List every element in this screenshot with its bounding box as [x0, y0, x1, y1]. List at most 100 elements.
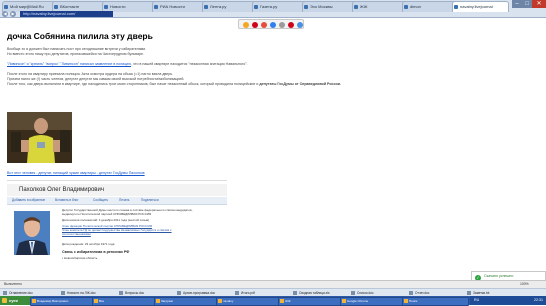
tab-label: Эхо Москвы	[310, 4, 333, 9]
section-title: Связь с избирателями в регионах РФ	[62, 250, 130, 254]
taskbar-item-label: ЖЖ	[285, 299, 291, 303]
taskbar-item-label: navalny	[223, 299, 234, 303]
link-paragraph-tail: , что в нашей квартире находится "незако…	[130, 62, 248, 66]
avatar	[14, 211, 50, 255]
embed-blog-button[interactable]: Вставить в блог	[55, 198, 79, 202]
file-icon	[119, 291, 123, 295]
windows-logo-icon	[2, 298, 7, 303]
file-icon	[409, 291, 413, 295]
share-button[interactable]: Поделиться	[141, 198, 159, 202]
profile-toolbar: Добавить в избранное Вставить в блог Соо…	[7, 197, 227, 205]
intro-line-1: Вообще-то я должен был написать пост про…	[7, 47, 147, 51]
tab-label: РИА Новости	[160, 4, 185, 9]
maximize-button[interactable]: □	[522, 0, 532, 8]
zoom-level[interactable]: 100%	[520, 282, 529, 286]
clock: 22:31	[534, 298, 543, 302]
download-label: Список.doc	[357, 291, 374, 295]
download-label: Новости на ЛЖ.doc	[67, 291, 96, 295]
favicon-icon	[54, 5, 58, 9]
tab-label: Новости	[110, 4, 126, 9]
intro-line-2: Но вместо этого пишу про депутатов, проп…	[7, 52, 145, 56]
app-icon	[156, 299, 160, 303]
browser-chrome: Мой мир@Mail.Ru ВКонтакте Новости РИА Новос…	[0, 0, 546, 18]
download-label: Заметки.txt	[473, 291, 490, 295]
profile-info-2: выдвинутого Политической партией СПРАВЕД…	[62, 212, 152, 216]
tab-label: Лента.ру	[210, 4, 227, 9]
tab-label: ЖЖ	[360, 4, 368, 9]
favicon-icon	[4, 5, 8, 9]
article-photo	[7, 112, 72, 163]
body-line-3-text: После того, как дверь выпилили в квартир…	[7, 82, 259, 86]
committee-link-cont[interactable]: соотечественниками	[62, 232, 91, 237]
favicon-icon	[254, 5, 258, 9]
file-icon	[177, 291, 181, 295]
tab-label: dimon	[410, 4, 421, 9]
file-icon	[235, 291, 239, 295]
start-label: пуск	[9, 298, 18, 303]
app-icon	[94, 299, 98, 303]
tab-label: ВКонтакте	[60, 4, 80, 9]
navigation-row: ◀ ▶ http://navalny.livejournal.com/	[0, 11, 546, 18]
file-icon	[467, 291, 471, 295]
taskbar-item-label: Загрузки	[161, 299, 174, 303]
close-button[interactable]: ✕	[532, 0, 546, 8]
status-text: Выполнено	[4, 282, 22, 286]
body-line-3: После того, как дверь выпилили в квартир…	[7, 82, 341, 87]
body-line-1: После этого на квартиру приехала полиция…	[7, 72, 174, 76]
favicon-icon	[404, 5, 408, 9]
birth-date: Дата рождения: 23 октября 1971 года	[62, 242, 115, 246]
article: дочка Собянина пилила эту дверь Вообще-т…	[0, 20, 546, 280]
back-icon[interactable]: ◀	[2, 11, 8, 17]
statement-link[interactable]: "Ливинсон" и "кремль" "вопрос" "Ливинсон…	[7, 62, 131, 66]
forward-icon[interactable]: ▶	[10, 11, 16, 17]
favicon-icon	[104, 5, 108, 9]
download-label: Итоги.pdf	[241, 291, 255, 295]
file-icon	[61, 291, 65, 295]
address-bar[interactable]: http://navalny.livejournal.com/	[20, 11, 113, 17]
taskbar-item-label: Google Chrome	[347, 299, 369, 303]
download-bar: Оглавление.doc Новости на ЛЖ.doc Вопросы.d…	[0, 288, 546, 296]
region-item: • Новосибирская область	[62, 256, 98, 260]
favicon-icon	[304, 5, 308, 9]
download-label: Сводная таблица.xls	[299, 291, 330, 295]
taskbar-item-label: Владимир Викторович	[37, 299, 69, 303]
article-title: дочка Собянина пилила эту дверь	[7, 31, 153, 41]
app-icon	[404, 299, 408, 303]
report-button[interactable]: Сообщить	[93, 198, 108, 202]
link-paragraph: "Ливинсон" и "кремль" "вопрос" "Ливинсон…	[7, 62, 248, 67]
favicon-icon	[454, 5, 458, 9]
body-line-2: Причем нагло же (!) часть членов, депута…	[7, 77, 185, 81]
app-icon	[32, 299, 36, 303]
print-button[interactable]: Печать	[119, 198, 129, 202]
minimize-button[interactable]: –	[512, 0, 522, 8]
tab-label: Мой мир@Mail.Ru	[10, 4, 44, 9]
embedded-profile: Пахолков Олег Владимирович Добавить в из…	[7, 180, 227, 281]
profile-header: Пахолков Олег Владимирович	[7, 184, 227, 196]
download-label: Оглавление.doc	[9, 291, 33, 295]
system-tray: RU 22:31	[470, 296, 546, 305]
taskbar-item-label: Все	[99, 299, 105, 303]
add-favorite-button[interactable]: Добавить в избранное	[12, 198, 45, 202]
taskbar-item-label: Поиск	[409, 299, 418, 303]
profile-name: Пахолков Олег Владимирович	[19, 187, 104, 193]
download-label: Вопросы.doc	[125, 291, 145, 295]
photo-caption-link[interactable]: Вот этот человек - депутат, пилящий чужи…	[7, 171, 145, 175]
download-label: Архив-программа.doc	[183, 291, 216, 295]
file-icon	[351, 291, 355, 295]
language-indicator[interactable]: RU	[474, 296, 479, 305]
file-icon	[293, 291, 297, 295]
taskbar: пуск Владимир Викторович Все Загрузки naval…	[0, 296, 546, 306]
app-icon	[342, 299, 346, 303]
favicon-icon	[204, 5, 208, 9]
body-line-3-bold: депутаты ГосДумы от Справедливой России.	[259, 82, 341, 86]
app-icon	[218, 299, 222, 303]
app-icon	[280, 299, 284, 303]
profile-info-3: Дата начала полномочий: 4 декабря 2011 г…	[62, 218, 150, 222]
file-icon	[3, 291, 7, 295]
favicon-icon	[354, 5, 358, 9]
tab-label: navalny.livejournal	[460, 4, 493, 9]
download-label: Отчет.doc	[415, 291, 430, 295]
notice-title: Скачано успешно	[484, 274, 514, 278]
tab-label: Газета.ру	[260, 4, 278, 9]
status-bar: Выполнено 100%	[0, 280, 546, 288]
